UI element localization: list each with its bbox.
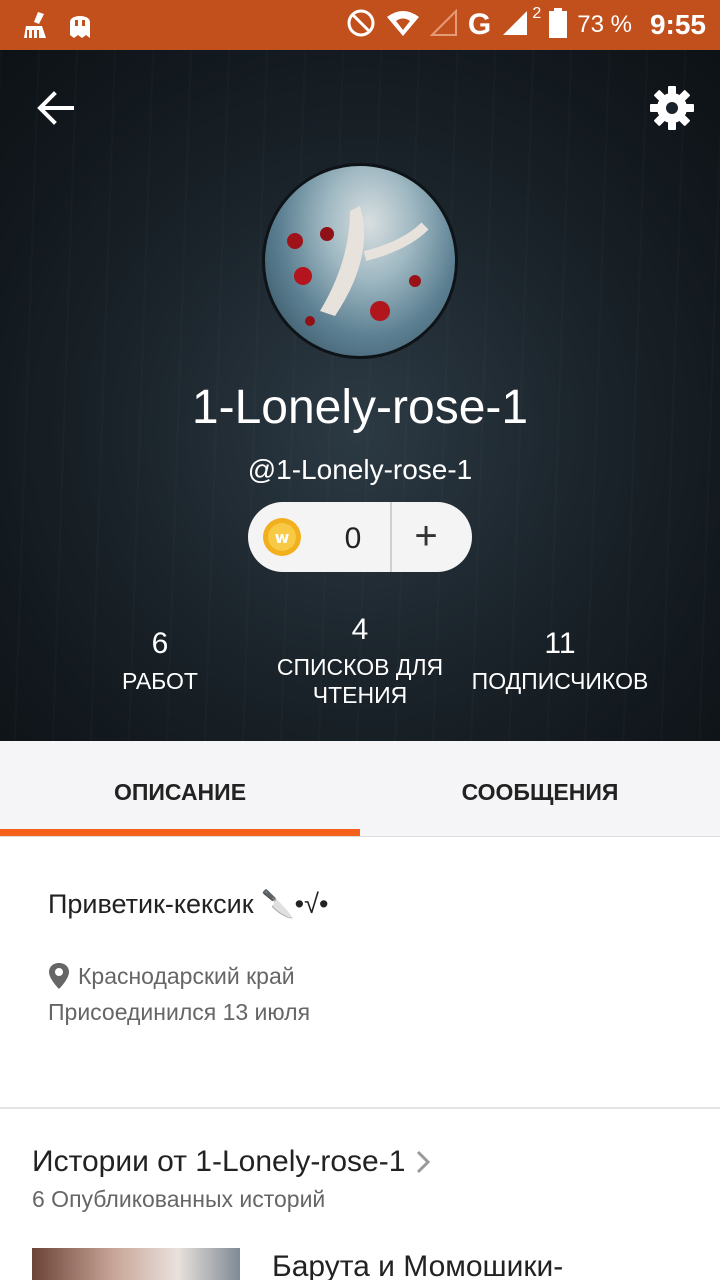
svg-text:w: w (275, 528, 290, 547)
joined-date: Присоединился 13 июля (48, 999, 311, 1025)
do-not-disturb-icon (346, 8, 376, 43)
tab-description[interactable]: ОПИСАНИЕ (0, 741, 360, 837)
stat-works-label: РАБОТ (122, 668, 198, 694)
clock: 9:55 (649, 9, 706, 40)
stat-reading-lists[interactable]: 4 СПИСКОВ ДЛЯ ЧТЕНИЯ (260, 613, 460, 709)
tab-messages[interactable]: СООБЩЕНИЯ (360, 741, 720, 837)
stat-reading-lists-value: 4 (351, 613, 369, 646)
username: @1-Lonely-rose-1 (247, 454, 473, 485)
network-type: G (467, 8, 492, 41)
signal-2-icon: 2 (501, 5, 541, 42)
stories-count: 6 Опубликованных историй (32, 1186, 326, 1212)
display-name: 1-Lonely-rose-1 (191, 381, 529, 434)
stat-works-value: 6 (151, 627, 169, 660)
story-cover[interactable] (32, 1248, 240, 1280)
story-title[interactable]: Барута и Момошики- (272, 1250, 563, 1280)
stat-works[interactable]: 6 РАБОТ (80, 627, 240, 695)
battery-percent: 73 % (577, 11, 632, 38)
location-pin-icon (49, 963, 69, 989)
arrow-left-icon (37, 91, 74, 125)
status-bar: G 2 73 % 9:55 (0, 0, 720, 50)
ghost-icon (68, 10, 92, 45)
stat-followers-label: ПОДПИСЧИКОВ (471, 668, 649, 694)
about-text: Приветик-кексик 🔪•√• (48, 889, 329, 919)
section-divider (0, 1107, 720, 1109)
stories-title: Истории от 1-Lonely-rose-1 (32, 1145, 406, 1178)
stat-followers[interactable]: 11 ПОДПИСЧИКОВ (460, 627, 660, 695)
gear-icon (650, 86, 694, 130)
battery-icon (549, 7, 568, 43)
stat-followers-value: 11 (544, 627, 576, 660)
coin-divider (390, 502, 392, 572)
settings-button[interactable] (648, 84, 696, 132)
coins-widget: w 0 + (248, 502, 472, 572)
location-text: Краснодарский край (78, 962, 295, 989)
back-button[interactable] (34, 86, 78, 130)
add-coins-button[interactable]: + (398, 510, 454, 564)
stories-header[interactable]: Истории от 1-Lonely-rose-1 (32, 1145, 431, 1179)
coin-icon[interactable]: w (262, 517, 302, 557)
avatar[interactable] (262, 163, 458, 359)
location-row: Краснодарский край (48, 962, 295, 990)
stat-reading-lists-label: СПИСКОВ ДЛЯ ЧТЕНИЯ (276, 654, 444, 708)
signal-icon (429, 8, 458, 42)
chevron-right-icon (417, 1150, 431, 1174)
avatar-image (287, 206, 429, 326)
profile-header: 1-Lonely-rose-1 @1-Lonely-rose-1 w 0 + 6… (0, 50, 720, 741)
broom-icon (22, 10, 50, 45)
wifi-icon (386, 9, 420, 42)
profile-tabs: ОПИСАНИЕ СООБЩЕНИЯ (0, 741, 720, 837)
tab-active-indicator (0, 829, 360, 836)
coin-count: 0 (344, 522, 362, 555)
